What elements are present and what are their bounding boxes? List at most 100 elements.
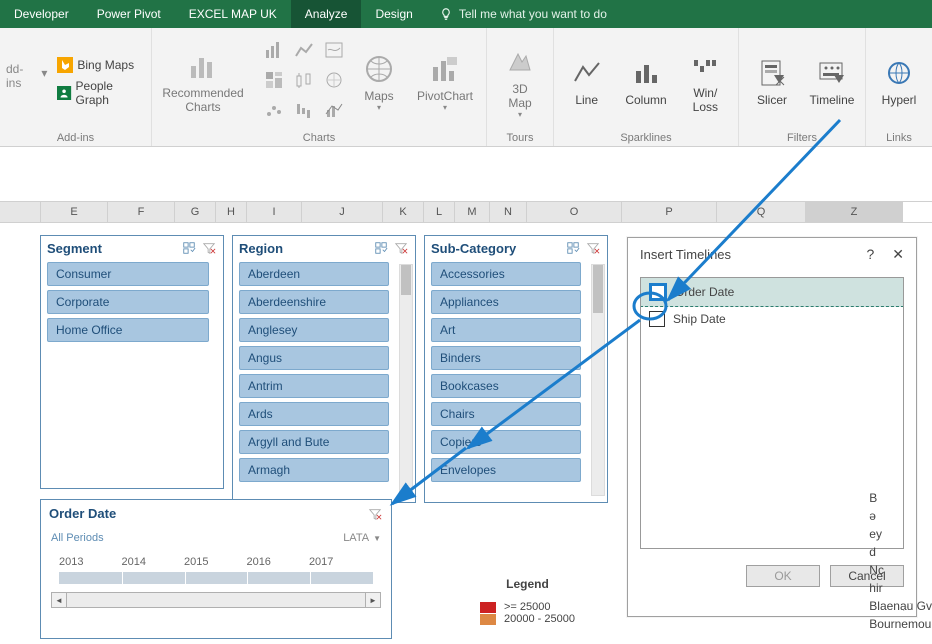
- waterfall-chart-icon[interactable]: [290, 96, 318, 124]
- surface-chart-icon[interactable]: [320, 66, 348, 94]
- map-chart-icon[interactable]: [320, 36, 348, 64]
- recommended-charts-button[interactable]: Recommended Charts: [158, 46, 248, 114]
- slicer-subcategory[interactable]: Sub-Category AccessoriesAppliancesArtBin…: [424, 235, 608, 503]
- slicer-item[interactable]: Home Office: [47, 318, 209, 342]
- checkbox-icon[interactable]: [649, 283, 667, 301]
- slicer-item[interactable]: Ards: [239, 402, 389, 426]
- hierarchy-chart-icon[interactable]: [260, 66, 288, 94]
- timeline-year-label: 2016: [246, 556, 270, 568]
- ok-button[interactable]: OK: [746, 565, 820, 587]
- col-M[interactable]: M: [455, 202, 490, 222]
- sparkline-winloss-button[interactable]: Win/ Loss: [679, 46, 732, 114]
- multiselect-icon[interactable]: [565, 240, 581, 256]
- multiselect-icon[interactable]: [373, 240, 389, 256]
- slicer-item[interactable]: Anglesey: [239, 318, 389, 342]
- cell-fragment: Bournemou: [869, 615, 932, 633]
- slicer-item[interactable]: Antrim: [239, 374, 389, 398]
- pivotchart-button[interactable]: PivotChart ▾: [410, 49, 480, 112]
- slicer-item[interactable]: Aberdeenshire: [239, 290, 389, 314]
- line-chart-icon[interactable]: [290, 36, 318, 64]
- col-P[interactable]: P: [622, 202, 717, 222]
- dialog-item-ship-date[interactable]: Ship Date: [641, 306, 903, 332]
- col-E[interactable]: E: [41, 202, 108, 222]
- scrollbar[interactable]: [591, 264, 605, 496]
- tab-design[interactable]: Design: [361, 0, 426, 28]
- clear-filter-icon[interactable]: [367, 506, 383, 522]
- slicer-item[interactable]: Appliances: [431, 290, 581, 314]
- scroll-left-button[interactable]: ◄: [51, 592, 67, 608]
- addins-dropdown-stub[interactable]: dd-ins: [6, 32, 35, 90]
- chart-type-grid[interactable]: [260, 36, 348, 124]
- dialog-item-order-date[interactable]: Order Date: [640, 277, 904, 307]
- slicer-item[interactable]: Aberdeen: [239, 262, 389, 286]
- clear-filter-icon[interactable]: [201, 240, 217, 256]
- ribbon: dd-ins ▾ Bing Maps People Graph Add-ins …: [0, 28, 932, 147]
- clear-filter-icon[interactable]: [585, 240, 601, 256]
- group-addins-label: Add-ins: [6, 128, 145, 146]
- slicer-item[interactable]: Binders: [431, 346, 581, 370]
- dialog-item-label: Order Date: [675, 285, 734, 299]
- horizontal-scrollbar[interactable]: [67, 592, 365, 608]
- scrollbar[interactable]: [399, 264, 413, 496]
- sparkline-column-button[interactable]: Column: [619, 53, 672, 107]
- slicer-region[interactable]: Region AberdeenAberdeenshireAngleseyAngu…: [232, 235, 416, 503]
- sparkline-line-button[interactable]: Line: [560, 53, 613, 107]
- col-Q[interactable]: Q: [717, 202, 806, 222]
- timeline-button[interactable]: Timeline: [805, 53, 859, 107]
- col-J[interactable]: J: [302, 202, 383, 222]
- slicer-item[interactable]: Armagh: [239, 458, 389, 482]
- slicer-item[interactable]: Accessories: [431, 262, 581, 286]
- col-K[interactable]: K: [383, 202, 424, 222]
- stat-chart-icon[interactable]: [290, 66, 318, 94]
- slicer-item[interactable]: Envelopes: [431, 458, 581, 482]
- timeline-icon: [816, 57, 848, 89]
- timeline-track[interactable]: [59, 572, 373, 584]
- slicer-item[interactable]: Angus: [239, 346, 389, 370]
- tab-developer[interactable]: Developer: [0, 0, 83, 28]
- bing-maps-button[interactable]: Bing Maps: [53, 55, 145, 75]
- tell-me-search[interactable]: Tell me what you want to do: [427, 0, 619, 28]
- checkbox-icon[interactable]: [649, 311, 665, 327]
- slicer-button[interactable]: Slicer: [745, 53, 799, 107]
- multiselect-icon[interactable]: [181, 240, 197, 256]
- tab-powerpivot[interactable]: Power Pivot: [83, 0, 175, 28]
- maps-button[interactable]: Maps ▾: [354, 49, 404, 112]
- slicer-item[interactable]: Corporate: [47, 290, 209, 314]
- slicer-item[interactable]: Argyll and Bute: [239, 430, 389, 454]
- scroll-right-button[interactable]: ►: [365, 592, 381, 608]
- help-button[interactable]: ?: [866, 246, 874, 263]
- col-Z[interactable]: Z: [806, 202, 903, 222]
- bar-chart-icon[interactable]: [260, 36, 288, 64]
- timeline-slicer-order-date[interactable]: Order Date All Periods LATA ▼ 2013201420…: [40, 499, 392, 639]
- tab-excelmapuk[interactable]: EXCEL MAP UK: [175, 0, 291, 28]
- recommended-charts-icon: [187, 50, 219, 82]
- rowhead-gutter: [0, 202, 41, 222]
- 3d-map-button[interactable]: 3D Map ▾: [493, 42, 547, 119]
- col-O[interactable]: O: [527, 202, 622, 222]
- slicer-item[interactable]: Chairs: [431, 402, 581, 426]
- slicer-item[interactable]: Bookcases: [431, 374, 581, 398]
- col-I[interactable]: I: [247, 202, 302, 222]
- col-F[interactable]: F: [108, 202, 175, 222]
- slicer-item[interactable]: Consumer: [47, 262, 209, 286]
- slicer-segment[interactable]: Segment ConsumerCorporateHome Office: [40, 235, 224, 489]
- timeline-title: Order Date: [49, 506, 116, 522]
- scatter-chart-icon[interactable]: [260, 96, 288, 124]
- combo-chart-icon[interactable]: [320, 96, 348, 124]
- slicer-item[interactable]: Copiers: [431, 430, 581, 454]
- dialog-field-list: Order Date Ship Date: [640, 277, 904, 549]
- tell-me-label: Tell me what you want to do: [459, 7, 607, 21]
- col-N[interactable]: N: [490, 202, 527, 222]
- close-button[interactable]: ✕: [892, 246, 904, 263]
- people-graph-button[interactable]: People Graph: [53, 77, 145, 109]
- timeline-unit-dropdown[interactable]: LATA ▼: [343, 532, 381, 544]
- hyperlink-button[interactable]: Hyperl: [872, 53, 926, 107]
- slicer-item[interactable]: Art: [431, 318, 581, 342]
- col-H[interactable]: H: [216, 202, 247, 222]
- sparkline-winloss-label: Win/ Loss: [693, 86, 718, 114]
- col-L[interactable]: L: [424, 202, 455, 222]
- tab-analyze[interactable]: Analyze: [291, 0, 362, 28]
- col-G[interactable]: G: [175, 202, 216, 222]
- clear-filter-icon[interactable]: [393, 240, 409, 256]
- sparkline-line-label: Line: [575, 93, 598, 107]
